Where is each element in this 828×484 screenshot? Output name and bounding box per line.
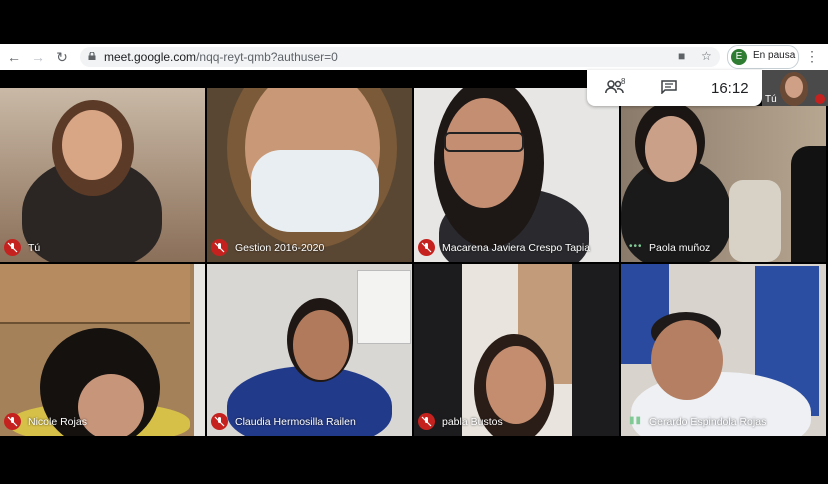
mic-off-icon	[815, 94, 825, 104]
person-face	[444, 98, 524, 208]
armchair	[729, 180, 781, 262]
participant-name: Macarena Javiera Crespo Tapia	[442, 242, 591, 254]
person-face	[78, 374, 144, 436]
person-face	[62, 110, 122, 180]
participant-tile[interactable]: ▮▮ Gerardo Espindola Rojas	[621, 264, 826, 436]
self-view-label: Tú	[765, 94, 777, 105]
person-face	[486, 346, 546, 424]
reload-icon[interactable]: ↻	[54, 49, 70, 65]
participant-tile[interactable]: pabla Bustos	[414, 264, 619, 436]
mic-off-icon	[4, 413, 21, 430]
url-text: meet.google.com/nqq-reyt-qmb?authuser=0	[104, 50, 338, 64]
glasses	[444, 132, 524, 152]
browser-toolbar: ← → ↻ meet.google.com/nqq-reyt-qmb?authu…	[0, 44, 828, 70]
video-grid: Tú Gestion 2016-2020 Macarena Javiera Cr…	[0, 88, 828, 436]
participants-count: 8	[621, 77, 626, 86]
mic-off-icon	[418, 413, 435, 430]
mic-off-icon	[211, 413, 228, 430]
mic-off-icon	[418, 239, 435, 256]
address-bar[interactable]: meet.google.com/nqq-reyt-qmb?authuser=0 …	[80, 47, 720, 67]
person-face	[785, 76, 803, 98]
participant-name: Tú	[28, 242, 41, 254]
participant-tile[interactable]: Nicole Rojas	[0, 264, 205, 436]
forward-icon[interactable]: →	[30, 49, 46, 65]
person-figure	[791, 146, 826, 262]
whiteboard	[357, 270, 411, 344]
cabinet	[0, 264, 190, 324]
profile-button[interactable]: E En pausa	[727, 45, 799, 69]
participant-name: Nicole Rojas	[28, 416, 87, 428]
participant-tile[interactable]: Macarena Javiera Crespo Tapia	[414, 88, 619, 262]
profile-status: En pausa	[753, 50, 796, 61]
camera-icon[interactable]: ■	[678, 49, 685, 63]
menu-icon[interactable]: ⋮	[805, 48, 819, 65]
back-icon[interactable]: ←	[6, 49, 22, 65]
meeting-clock: 16:12	[711, 80, 749, 97]
participant-tile[interactable]: Tú	[0, 88, 205, 262]
person-face	[651, 320, 723, 400]
face-mask	[251, 150, 379, 232]
participant-name: Gestion 2016-2020	[235, 242, 325, 254]
participant-name: Gerardo Espindola Rojas	[649, 416, 767, 428]
meet-info-panel: 8 16:12	[587, 70, 762, 106]
wall	[194, 264, 205, 436]
self-view-thumbnail[interactable]: Tú	[762, 70, 828, 106]
participant-name: Claudia Hermosilla Railen	[235, 416, 356, 428]
participant-tile[interactable]: Claudia Hermosilla Railen	[207, 264, 412, 436]
lock-icon	[88, 52, 96, 60]
person-face	[293, 310, 349, 380]
participant-tile[interactable]: Gestion 2016-2020	[207, 88, 412, 262]
mic-off-icon	[211, 239, 228, 256]
participant-name: pabla Bustos	[442, 416, 503, 428]
speaking-indicator-icon: ▮▮	[629, 415, 643, 426]
person-face	[645, 116, 697, 182]
speaking-indicator-icon: •••	[629, 241, 643, 252]
chat-icon[interactable]	[661, 80, 677, 97]
participant-name: Paola muñoz	[649, 242, 711, 254]
star-icon[interactable]: ☆	[701, 49, 712, 63]
mic-off-icon	[4, 239, 21, 256]
avatar: E	[731, 49, 747, 65]
participant-tile[interactable]: ••• Paola muñoz	[621, 106, 826, 262]
